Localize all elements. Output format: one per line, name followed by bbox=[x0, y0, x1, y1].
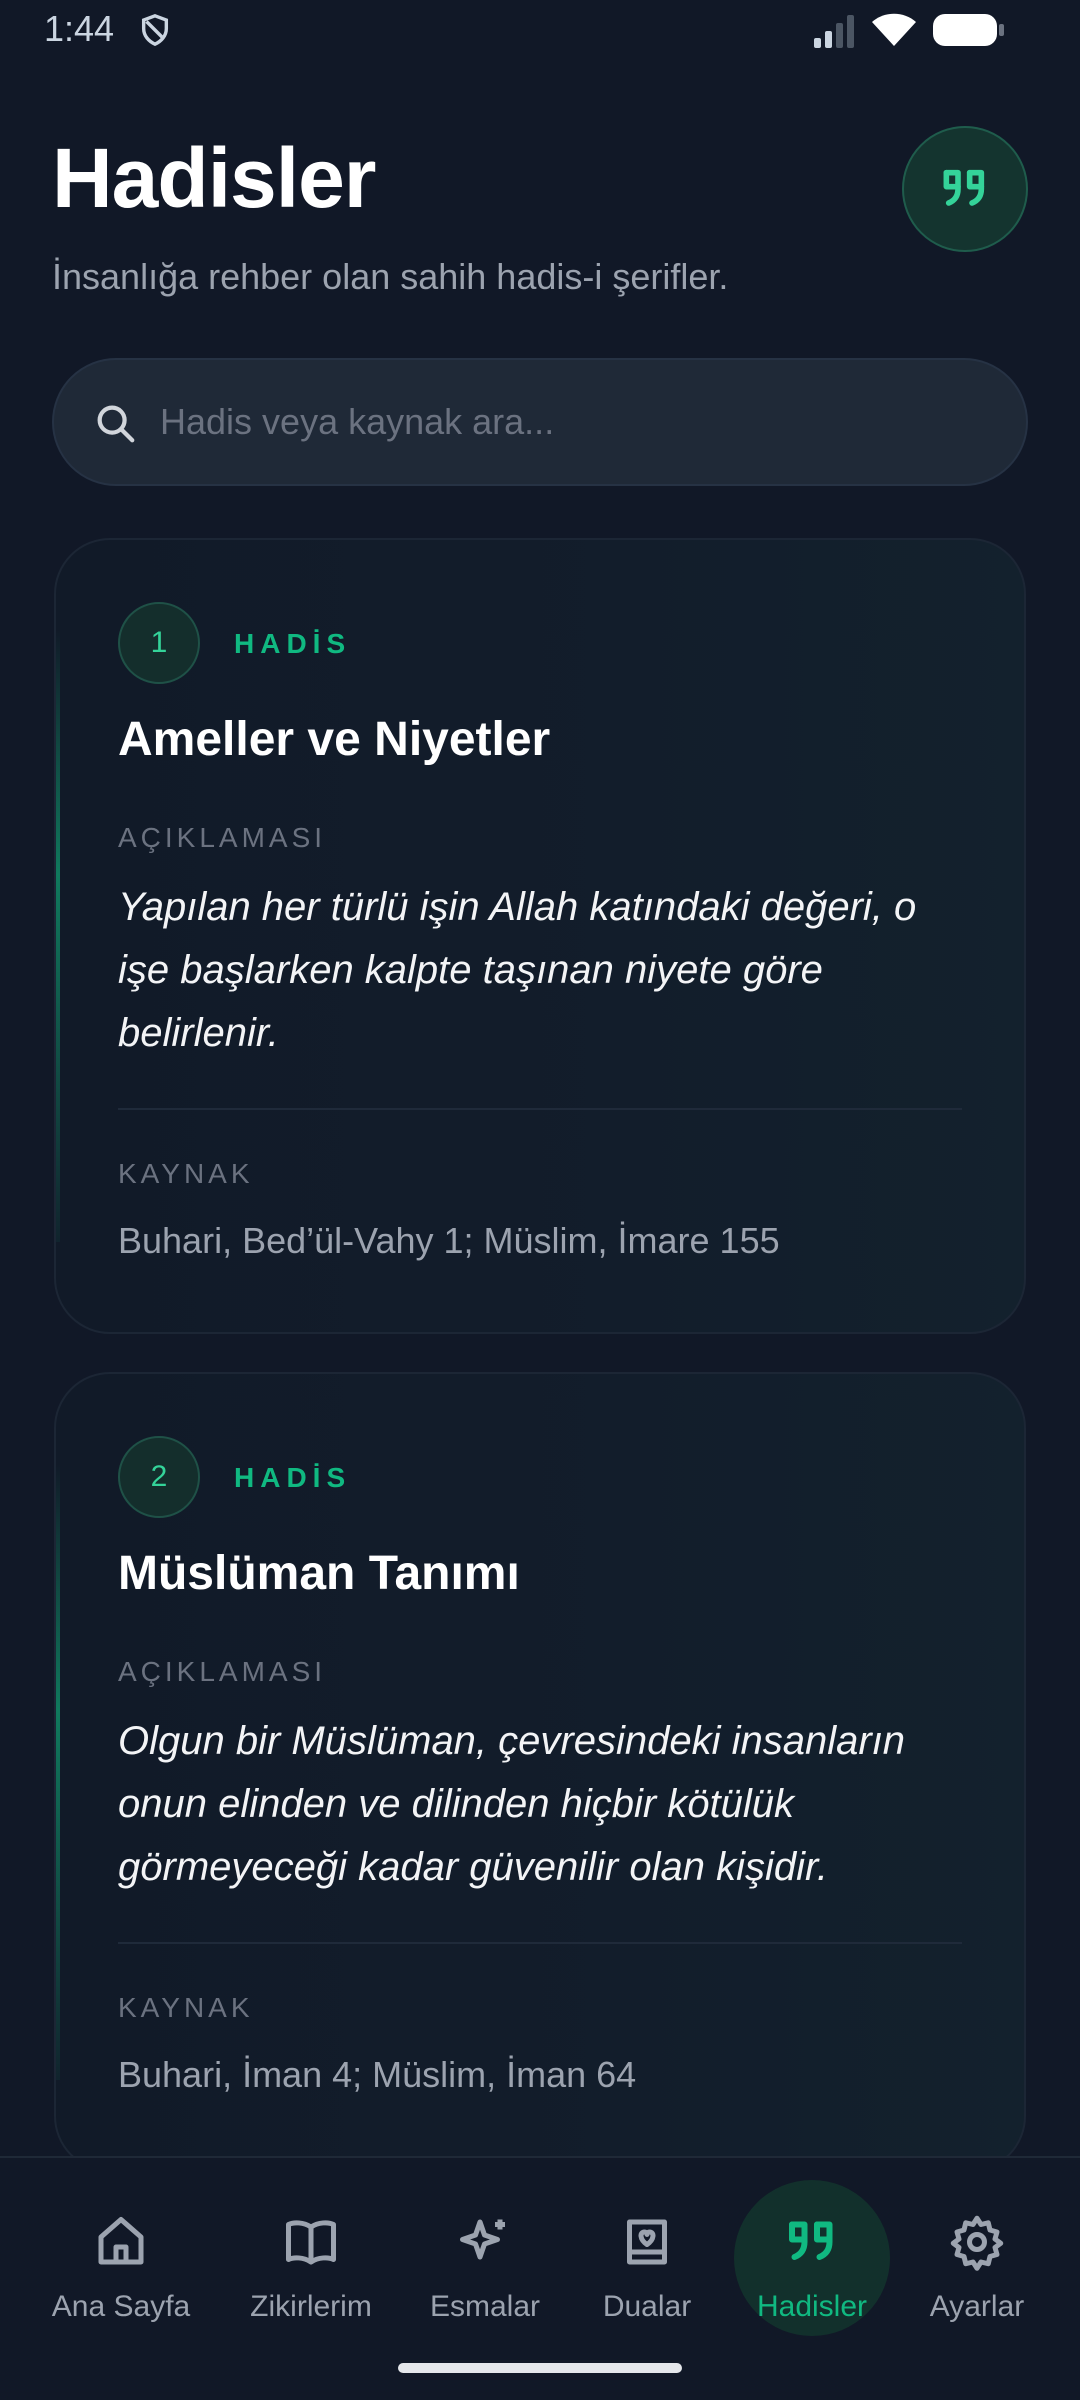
nav-label: Esmalar bbox=[429, 2290, 541, 2323]
hadis-number-badge: 2 bbox=[118, 1436, 200, 1518]
search-bar[interactable] bbox=[52, 358, 1028, 486]
battery-icon bbox=[933, 14, 1004, 46]
nav-item-ayarlar[interactable]: Ayarlar bbox=[892, 2184, 1062, 2344]
nav-label: Dualar bbox=[602, 2290, 692, 2323]
nav-label: Ana Sayfa bbox=[51, 2290, 191, 2323]
card-divider bbox=[118, 1108, 962, 1110]
nav-label: Ayarlar bbox=[929, 2290, 1025, 2323]
hadis-number-badge: 1 bbox=[118, 602, 200, 684]
hadis-label: HADİS bbox=[234, 628, 352, 659]
hadis-description: Olgun bir Müslüman, çevresindeki insanla… bbox=[118, 1719, 906, 1889]
nav-label: Zikirlerim bbox=[250, 2290, 372, 2323]
hadis-source: Buhari, Bed’ül-Vahy 1; Müslim, İmare 155 bbox=[118, 1220, 780, 1261]
home-indicator[interactable] bbox=[398, 2363, 682, 2373]
hadis-description: Yapılan her türlü işin Allah katındaki d… bbox=[118, 885, 917, 1055]
status-bar: 1:44 bbox=[0, 0, 1080, 60]
source-label: KAYNAK bbox=[118, 1158, 254, 1189]
nav-item-hadisler[interactable]: Hadisler bbox=[727, 2184, 897, 2344]
wifi-icon bbox=[872, 13, 916, 46]
description-label: AÇIKLAMASI bbox=[118, 1656, 327, 1687]
sparkles-icon bbox=[460, 2219, 505, 2260]
quote-icon bbox=[789, 2221, 833, 2260]
hadis-card[interactable]: 1 HADİS Ameller ve Niyetler AÇIKLAMASI Y… bbox=[54, 538, 1026, 1334]
home-icon bbox=[98, 2217, 144, 2265]
card-accent-bar bbox=[56, 630, 60, 1242]
source-label: KAYNAK bbox=[118, 1992, 254, 2023]
page-subtitle: İnsanlığa rehber olan sahih hadis-i şeri… bbox=[52, 256, 729, 297]
search-icon bbox=[97, 405, 135, 443]
hadis-title: Ameller ve Niyetler bbox=[118, 713, 551, 766]
gear-icon bbox=[950, 2215, 1004, 2271]
hadis-card[interactable]: 2 HADİS Müslüman Tanımı AÇIKLAMASI Olgun… bbox=[54, 1372, 1026, 2172]
nav-item-dualar[interactable]: Dualar bbox=[562, 2184, 732, 2344]
nav-item-esmalar[interactable]: Esmalar bbox=[400, 2184, 570, 2344]
nav-item-ana-sayfa[interactable]: Ana Sayfa bbox=[36, 2184, 206, 2344]
hadis-title: Müslüman Tanımı bbox=[118, 1547, 520, 1600]
page-title: Hadisler bbox=[52, 131, 376, 225]
search-input[interactable] bbox=[160, 360, 1000, 484]
header-quote-badge bbox=[902, 126, 1028, 252]
nav-item-zikirlerim[interactable]: Zikirlerim bbox=[226, 2184, 396, 2344]
shield-icon bbox=[141, 14, 169, 47]
nav-label: Hadisler bbox=[756, 2290, 868, 2323]
card-divider bbox=[118, 1942, 962, 1944]
card-accent-bar bbox=[56, 1464, 60, 2080]
hadisler-screen: 1:44 Hadisler İnsanlığa rehber olan sahi… bbox=[0, 0, 1080, 2400]
quote-icon bbox=[943, 169, 985, 206]
description-label: AÇIKLAMASI bbox=[118, 822, 327, 853]
hadis-source: Buhari, İman 4; Müslim, İman 64 bbox=[118, 2054, 637, 2095]
book-icon bbox=[286, 2220, 336, 2265]
status-time: 1:44 bbox=[44, 8, 115, 49]
signal-icon bbox=[814, 15, 854, 48]
hadis-label: HADİS bbox=[234, 1462, 352, 1493]
prayer-book-icon bbox=[627, 2219, 667, 2265]
